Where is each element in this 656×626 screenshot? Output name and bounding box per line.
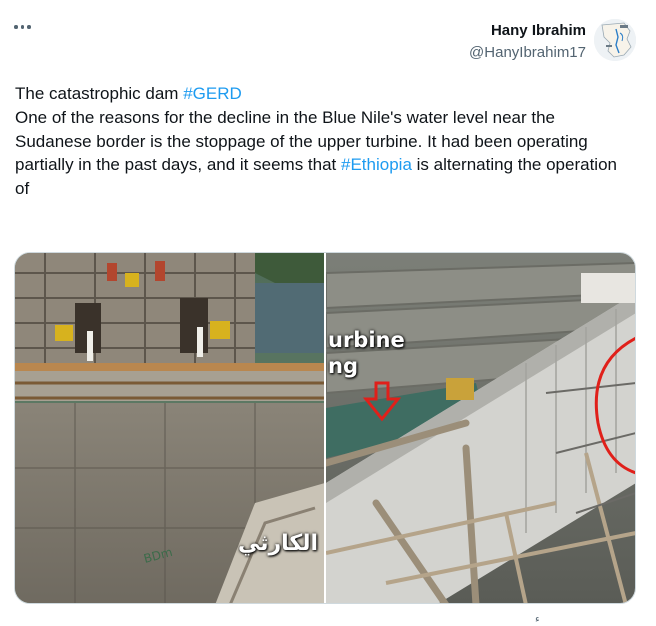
more-options-button[interactable] (14, 18, 38, 36)
right-overlay-line1: urbine (328, 328, 405, 352)
dam-turbine-image (326, 253, 635, 603)
right-overlay-text: urbine ng (328, 327, 405, 379)
hashtag-ethiopia-link[interactable]: #Ethiopia (341, 155, 412, 174)
hashtag-gerd-link[interactable]: #GERD (183, 84, 242, 103)
tweet-media: BDm الكارثي urbine ng (14, 252, 636, 604)
photo-right[interactable]: urbine ng (326, 253, 635, 603)
photo-left[interactable]: BDm الكارثي (15, 253, 324, 603)
left-overlay-text: الكارثي (237, 531, 318, 556)
author-name[interactable]: Hany Ibrahim (469, 22, 586, 40)
ellipsis-icon-dot (20, 25, 24, 29)
author-handle[interactable]: @HanyIbrahim17 (469, 43, 586, 63)
avatar[interactable] (594, 19, 636, 61)
tweet-line1: The catastrophic dam (15, 84, 184, 103)
author-info: Hany Ibrahim @HanyIbrahim17 (469, 22, 586, 63)
right-overlay-line2: ng (328, 354, 358, 378)
tweet-text: The catastrophic dam #GERD One of the re… (15, 82, 635, 201)
ellipsis-icon-dot (27, 25, 31, 29)
map-avatar-icon (594, 19, 636, 61)
footer-glyph: ء (535, 614, 540, 625)
ellipsis-icon (14, 25, 18, 29)
